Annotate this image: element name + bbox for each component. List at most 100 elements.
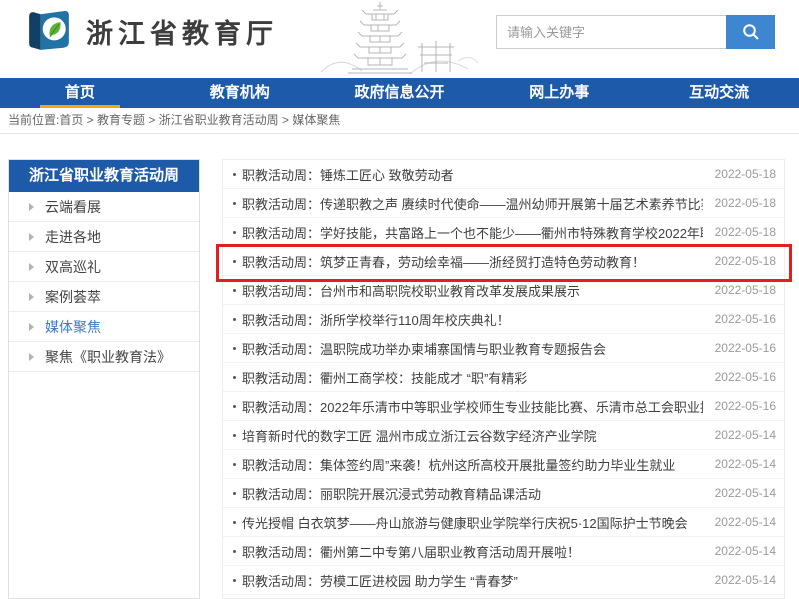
news-title: 职教活动周：衢州第二中专第八届职业教育活动周开展啦！ bbox=[242, 542, 703, 561]
news-title: 职教活动周：锤炼工匠心 致敬劳动者 bbox=[242, 165, 703, 184]
content-area: 浙江省职业教育活动周 云端看展 走进各地 双高巡礼 bbox=[0, 134, 799, 599]
news-title: 职教活动周：衢州工商学校：技能成才 “职”有精彩 bbox=[242, 368, 703, 387]
bullet-dot-icon bbox=[233, 434, 236, 437]
sidebar-menu-item[interactable]: 媒体聚焦 bbox=[9, 312, 199, 342]
news-list-item[interactable]: 培育新时代的数字工匠 温州市成立浙江云谷数字经济产业学院 2022-05-14 bbox=[223, 421, 784, 450]
bullet-dot-icon bbox=[233, 492, 236, 495]
nav-tab[interactable]: 首页 bbox=[0, 78, 160, 108]
bullet-dot-icon bbox=[233, 550, 236, 553]
search-box bbox=[496, 15, 775, 49]
news-date: 2022-05-16 bbox=[715, 341, 776, 355]
bullet-dot-icon bbox=[233, 260, 236, 263]
site-header: 浙江省教育厅 bbox=[0, 0, 799, 78]
news-title: 职教活动周：2022年乐清市中等职业学校师生专业技能比赛、乐清市总工会职业技术学… bbox=[242, 397, 703, 416]
news-list-item[interactable]: 职教活动周：浙所学校举行110周年校庆典礼！ 2022-05-16 bbox=[223, 305, 784, 334]
news-date: 2022-05-16 bbox=[715, 312, 776, 326]
sidebar-title: 浙江省职业教育活动周 bbox=[9, 160, 199, 192]
book-leaf-logo-icon bbox=[26, 10, 72, 52]
bullet-dot-icon bbox=[233, 173, 236, 176]
news-list-item[interactable]: 传光授帽 白衣筑梦——舟山旅游与健康职业学院举行庆祝5·12国际护士节晚会 20… bbox=[223, 508, 784, 537]
sidebar-menu-item[interactable]: 走进各地 bbox=[9, 222, 199, 252]
nav-tab-label: 政府信息公开 bbox=[354, 84, 444, 101]
active-tab-underline bbox=[40, 105, 120, 108]
news-list-item[interactable]: 职教活动周：锤炼工匠心 致敬劳动者 2022-05-18 bbox=[223, 160, 784, 189]
nav-tab[interactable]: 网上办事 bbox=[479, 78, 639, 108]
chevron-right-icon bbox=[29, 233, 34, 241]
bullet-dot-icon bbox=[233, 376, 236, 379]
bullet-dot-icon bbox=[233, 318, 236, 321]
chevron-right-icon bbox=[29, 293, 34, 301]
sidebar-menu-item[interactable]: 双高巡礼 bbox=[9, 252, 199, 282]
news-title: 培育新时代的数字工匠 温州市成立浙江云谷数字经济产业学院 bbox=[242, 426, 703, 445]
breadcrumb[interactable]: 当前位置:首页 > 教育专题 > 浙江省职业教育活动周 > 媒体聚焦 bbox=[0, 108, 799, 134]
news-title: 职教活动周：筑梦正青春，劳动绘幸福——浙经贸打造特色劳动教育！ bbox=[242, 252, 703, 271]
news-list-item[interactable]: 职教活动周：温职院成功举办柬埔寨国情与职业教育专题报告会 2022-05-16 bbox=[223, 334, 784, 363]
nav-tab[interactable]: 政府信息公开 bbox=[320, 78, 480, 108]
news-date: 2022-05-18 bbox=[715, 196, 776, 210]
news-date: 2022-05-18 bbox=[715, 283, 776, 297]
search-button[interactable] bbox=[726, 15, 775, 49]
news-list-item[interactable]: 职教活动周：筑梦正青春，劳动绘幸福——浙经贸打造特色劳动教育！ 2022-05-… bbox=[223, 247, 784, 276]
news-date: 2022-05-18 bbox=[715, 167, 776, 181]
news-title: 职教活动周：劳模工匠进校园 助力学生 “青春梦” bbox=[242, 571, 703, 590]
news-date: 2022-05-14 bbox=[715, 573, 776, 587]
news-title: 职教活动周：传递职教之声 赓续时代使命——温州幼师开展第十届艺术素养节比赛暨职业… bbox=[242, 194, 703, 213]
news-list-item[interactable]: 职教活动周：2022年乐清市中等职业学校师生专业技能比赛、乐清市总工会职业技术学… bbox=[223, 392, 784, 421]
sidebar-item-label: 聚焦《职业教育法》 bbox=[45, 347, 171, 367]
nav-tab-label: 网上办事 bbox=[529, 84, 589, 101]
news-list: 职教活动周：锤炼工匠心 致敬劳动者 2022-05-18 职教活动周：传递职教之… bbox=[222, 159, 785, 599]
sidebar-item-label: 走进各地 bbox=[45, 227, 101, 247]
bullet-dot-icon bbox=[233, 347, 236, 350]
nav-tab[interactable]: 教育机构 bbox=[160, 78, 320, 108]
nav-tab-label: 教育机构 bbox=[210, 84, 270, 101]
news-list-item[interactable]: 职教活动周：台州市和高职院校职业教育改革发展成果展示 2022-05-18 bbox=[223, 276, 784, 305]
sidebar-item-label: 媒体聚焦 bbox=[45, 317, 101, 337]
news-list-item[interactable]: 职教活动周：丽职院开展沉浸式劳动教育精品课活动 2022-05-14 bbox=[223, 479, 784, 508]
news-list-item[interactable]: 职教活动周：衢州工商学校：技能成才 “职”有精彩 2022-05-16 bbox=[223, 363, 784, 392]
news-date: 2022-05-14 bbox=[715, 544, 776, 558]
chevron-right-icon bbox=[29, 203, 34, 211]
news-title: 职教活动周：台州市和高职院校职业教育改革发展成果展示 bbox=[242, 281, 703, 300]
news-list-item[interactable]: 职教活动周：传递职教之声 赓续时代使命——温州幼师开展第十届艺术素养节比赛暨职业… bbox=[223, 189, 784, 218]
news-list-item[interactable]: 职教活动周：衢州第二中专第八届职业教育活动周开展啦！ 2022-05-14 bbox=[223, 537, 784, 566]
bullet-dot-icon bbox=[233, 405, 236, 408]
nav-tab[interactable]: 互动交流 bbox=[639, 78, 799, 108]
news-title: 职教活动周：浙所学校举行110周年校庆典礼！ bbox=[242, 310, 703, 329]
chevron-right-icon bbox=[29, 353, 34, 361]
bullet-dot-icon bbox=[233, 202, 236, 205]
pagoda-sketch-icon bbox=[318, 1, 483, 77]
nav-tab-label: 首页 bbox=[65, 84, 95, 101]
news-date: 2022-05-14 bbox=[715, 428, 776, 442]
search-input[interactable] bbox=[496, 15, 726, 49]
news-title: 传光授帽 白衣筑梦——舟山旅游与健康职业学院举行庆祝5·12国际护士节晚会 bbox=[242, 513, 703, 532]
news-date: 2022-05-18 bbox=[715, 254, 776, 268]
chevron-right-icon bbox=[29, 323, 34, 331]
news-title: 职教活动周：学好技能，共富路上一个也不能少——衢州市特殊教育学校2022年职业教… bbox=[242, 223, 703, 242]
news-date: 2022-05-16 bbox=[715, 370, 776, 384]
news-date: 2022-05-14 bbox=[715, 457, 776, 471]
news-list-item[interactable]: 职教活动周：学好技能，共富路上一个也不能少——衢州市特殊教育学校2022年职业教… bbox=[223, 218, 784, 247]
news-title: 职教活动周：集体签约周”来袭！杭州这所高校开展批量签约助力毕业生就业 bbox=[242, 455, 703, 474]
news-title: 职教活动周：温职院成功举办柬埔寨国情与职业教育专题报告会 bbox=[242, 339, 703, 358]
site-logo[interactable]: 浙江省教育厅 bbox=[26, 10, 278, 52]
news-date: 2022-05-18 bbox=[715, 225, 776, 239]
bullet-dot-icon bbox=[233, 521, 236, 524]
news-title: 职教活动周：丽职院开展沉浸式劳动教育精品课活动 bbox=[242, 484, 703, 503]
chevron-right-icon bbox=[29, 263, 34, 271]
sidebar: 浙江省职业教育活动周 云端看展 走进各地 双高巡礼 bbox=[8, 159, 200, 599]
search-icon bbox=[741, 22, 761, 42]
bullet-dot-icon bbox=[233, 231, 236, 234]
bullet-dot-icon bbox=[233, 579, 236, 582]
sidebar-menu-item[interactable]: 案例荟萃 bbox=[9, 282, 199, 312]
sidebar-menu-item[interactable]: 云端看展 bbox=[9, 192, 199, 222]
news-list-item[interactable]: 职教活动周：劳模工匠进校园 助力学生 “青春梦” 2022-05-14 bbox=[223, 566, 784, 595]
news-list-item[interactable]: 职教活动周：集体签约周”来袭！杭州这所高校开展批量签约助力毕业生就业 2022-… bbox=[223, 450, 784, 479]
sidebar-item-label: 案例荟萃 bbox=[45, 287, 101, 307]
sidebar-menu-item[interactable]: 聚焦《职业教育法》 bbox=[9, 342, 199, 372]
news-date: 2022-05-14 bbox=[715, 486, 776, 500]
main-nav: 首页 教育机构 政府信息公开 网上办事 互动交流 bbox=[0, 78, 799, 108]
bullet-dot-icon bbox=[233, 463, 236, 466]
bullet-dot-icon bbox=[233, 289, 236, 292]
nav-tab-label: 互动交流 bbox=[689, 84, 749, 101]
news-date: 2022-05-14 bbox=[715, 515, 776, 529]
